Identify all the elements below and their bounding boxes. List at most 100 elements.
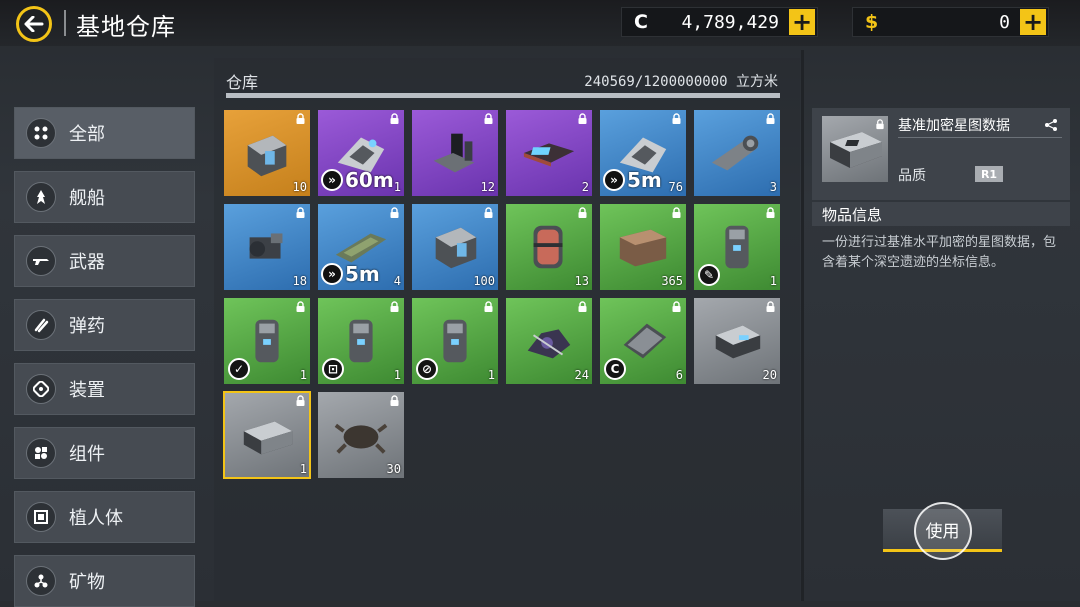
inventory-slot[interactable]: 20 bbox=[694, 298, 780, 384]
inventory-slot[interactable]: ✎ 1 bbox=[694, 204, 780, 290]
sidebar-item-devices[interactable]: 装置 bbox=[14, 363, 195, 415]
item-count: 30 bbox=[386, 462, 401, 476]
inventory-slot[interactable]: ✓ 1 bbox=[224, 298, 310, 384]
inventory-slot[interactable]: » 60m 1 bbox=[318, 110, 404, 196]
inventory-slot[interactable]: 3 bbox=[694, 110, 780, 196]
page-title: 基地仓库 bbox=[76, 13, 176, 41]
lock-icon bbox=[672, 301, 681, 312]
title-divider bbox=[64, 10, 66, 36]
sidebar-item-ships[interactable]: 舰船 bbox=[14, 171, 195, 223]
item-count: 4 bbox=[393, 274, 401, 288]
item-badge-icon: ⊘ bbox=[416, 358, 438, 380]
lock-icon bbox=[578, 301, 587, 312]
sidebar-item-implants[interactable]: 植人体 bbox=[14, 491, 195, 543]
inventory-slot[interactable]: 24 bbox=[506, 298, 592, 384]
item-thumbnail bbox=[822, 116, 888, 182]
lock-icon bbox=[672, 207, 681, 218]
lock-icon bbox=[296, 301, 305, 312]
item-count: 76 bbox=[668, 180, 683, 194]
sidebar-item-label: 矿物 bbox=[69, 572, 105, 593]
quality-label: 品质 bbox=[898, 168, 926, 184]
item-icon bbox=[527, 329, 571, 359]
item-count: 1 bbox=[299, 368, 307, 382]
item-icon bbox=[523, 143, 575, 167]
inventory-slot[interactable]: 13 bbox=[506, 204, 592, 290]
inventory-slot[interactable]: 30 bbox=[318, 392, 404, 478]
quality-badge: R1 bbox=[975, 166, 1003, 182]
sidebar-item-components[interactable]: 组件 bbox=[14, 427, 195, 479]
range-value: 5m bbox=[627, 168, 662, 192]
item-badge-icon: ✎ bbox=[698, 264, 720, 286]
chevron-right-icon: » bbox=[321, 169, 343, 191]
item-icon bbox=[715, 325, 761, 359]
inventory-slot[interactable]: 12 bbox=[412, 110, 498, 196]
touch-indicator bbox=[914, 502, 972, 560]
range-tag: » 5m bbox=[603, 168, 662, 192]
item-count: 2 bbox=[581, 180, 589, 194]
item-icon bbox=[247, 135, 287, 177]
item-count: 365 bbox=[661, 274, 683, 288]
lock-icon bbox=[296, 207, 305, 218]
item-count: 100 bbox=[473, 274, 495, 288]
item-count: 1 bbox=[769, 274, 777, 288]
item-icon bbox=[249, 233, 283, 259]
item-badge-icon: C bbox=[604, 358, 626, 380]
add-dollar-button[interactable]: + bbox=[1020, 9, 1046, 35]
add-credits-button[interactable]: + bbox=[789, 9, 815, 35]
item-count: 12 bbox=[480, 180, 495, 194]
top-bar: 基地仓库 C 4,789,429 + $ 0 + bbox=[0, 0, 1080, 46]
sidebar-item-ammo[interactable]: 弹药 bbox=[14, 299, 195, 351]
lock-icon bbox=[390, 113, 399, 124]
dollar-currency: $ 0 + bbox=[852, 7, 1049, 37]
sidebar-item-all[interactable]: 全部 bbox=[14, 107, 195, 159]
item-icon bbox=[334, 423, 388, 454]
lock-icon bbox=[390, 207, 399, 218]
sidebar-item-label: 弹药 bbox=[69, 316, 105, 337]
chevron-right-icon: » bbox=[321, 263, 343, 285]
item-count: 6 bbox=[675, 368, 683, 382]
device-icon bbox=[26, 374, 56, 404]
inventory-slot[interactable]: 100 bbox=[412, 204, 498, 290]
item-count: 10 bbox=[292, 180, 307, 194]
item-count: 13 bbox=[574, 274, 589, 288]
capacity-bar-fill bbox=[226, 93, 780, 98]
all-icon bbox=[26, 118, 56, 148]
inventory-slot[interactable]: ⊡ 1 bbox=[318, 298, 404, 384]
share-icon[interactable] bbox=[1044, 118, 1058, 132]
lock-icon bbox=[766, 113, 775, 124]
lock-icon bbox=[484, 301, 493, 312]
range-value: 60m bbox=[345, 168, 394, 192]
lock-icon bbox=[578, 207, 587, 218]
inventory-slot[interactable]: 2 bbox=[506, 110, 592, 196]
sidebar-item-minerals[interactable]: 矿物 bbox=[14, 555, 195, 607]
inventory-slot[interactable]: 10 bbox=[224, 110, 310, 196]
credits-symbol: C bbox=[634, 11, 648, 33]
item-count: 20 bbox=[762, 368, 777, 382]
inventory-slot[interactable]: 365 bbox=[600, 204, 686, 290]
item-info-title: 物品信息 bbox=[822, 206, 883, 224]
item-icon bbox=[711, 135, 759, 171]
detail-divider bbox=[898, 137, 1062, 138]
inventory-slot[interactable]: ⊘ 1 bbox=[412, 298, 498, 384]
implant-icon bbox=[26, 502, 56, 532]
weapon-icon bbox=[26, 246, 56, 276]
credits-currency: C 4,789,429 + bbox=[621, 7, 818, 37]
item-icon bbox=[435, 227, 477, 269]
item-icon bbox=[433, 133, 475, 173]
inventory-slot[interactable]: » 5m 4 bbox=[318, 204, 404, 290]
item-info-header: 物品信息 bbox=[812, 202, 1070, 226]
inventory-slot[interactable]: 18 bbox=[224, 204, 310, 290]
item-icon bbox=[619, 229, 667, 267]
inventory-slot[interactable]: » 5m 76 bbox=[600, 110, 686, 196]
sidebar-item-weapons[interactable]: 武器 bbox=[14, 235, 195, 287]
item-badge-icon: ✓ bbox=[228, 358, 250, 380]
back-button[interactable] bbox=[16, 6, 52, 42]
range-tag: » 5m bbox=[321, 262, 380, 286]
item-name: 基准加密星图数据 bbox=[898, 118, 1010, 134]
credits-value: 4,789,429 bbox=[681, 12, 779, 33]
inventory-slot[interactable]: C6 bbox=[600, 298, 686, 384]
sidebar-item-label: 装置 bbox=[69, 380, 105, 401]
inventory-slot[interactable]: 1 bbox=[223, 391, 311, 479]
item-icon bbox=[243, 421, 293, 455]
lock-icon bbox=[672, 113, 681, 124]
